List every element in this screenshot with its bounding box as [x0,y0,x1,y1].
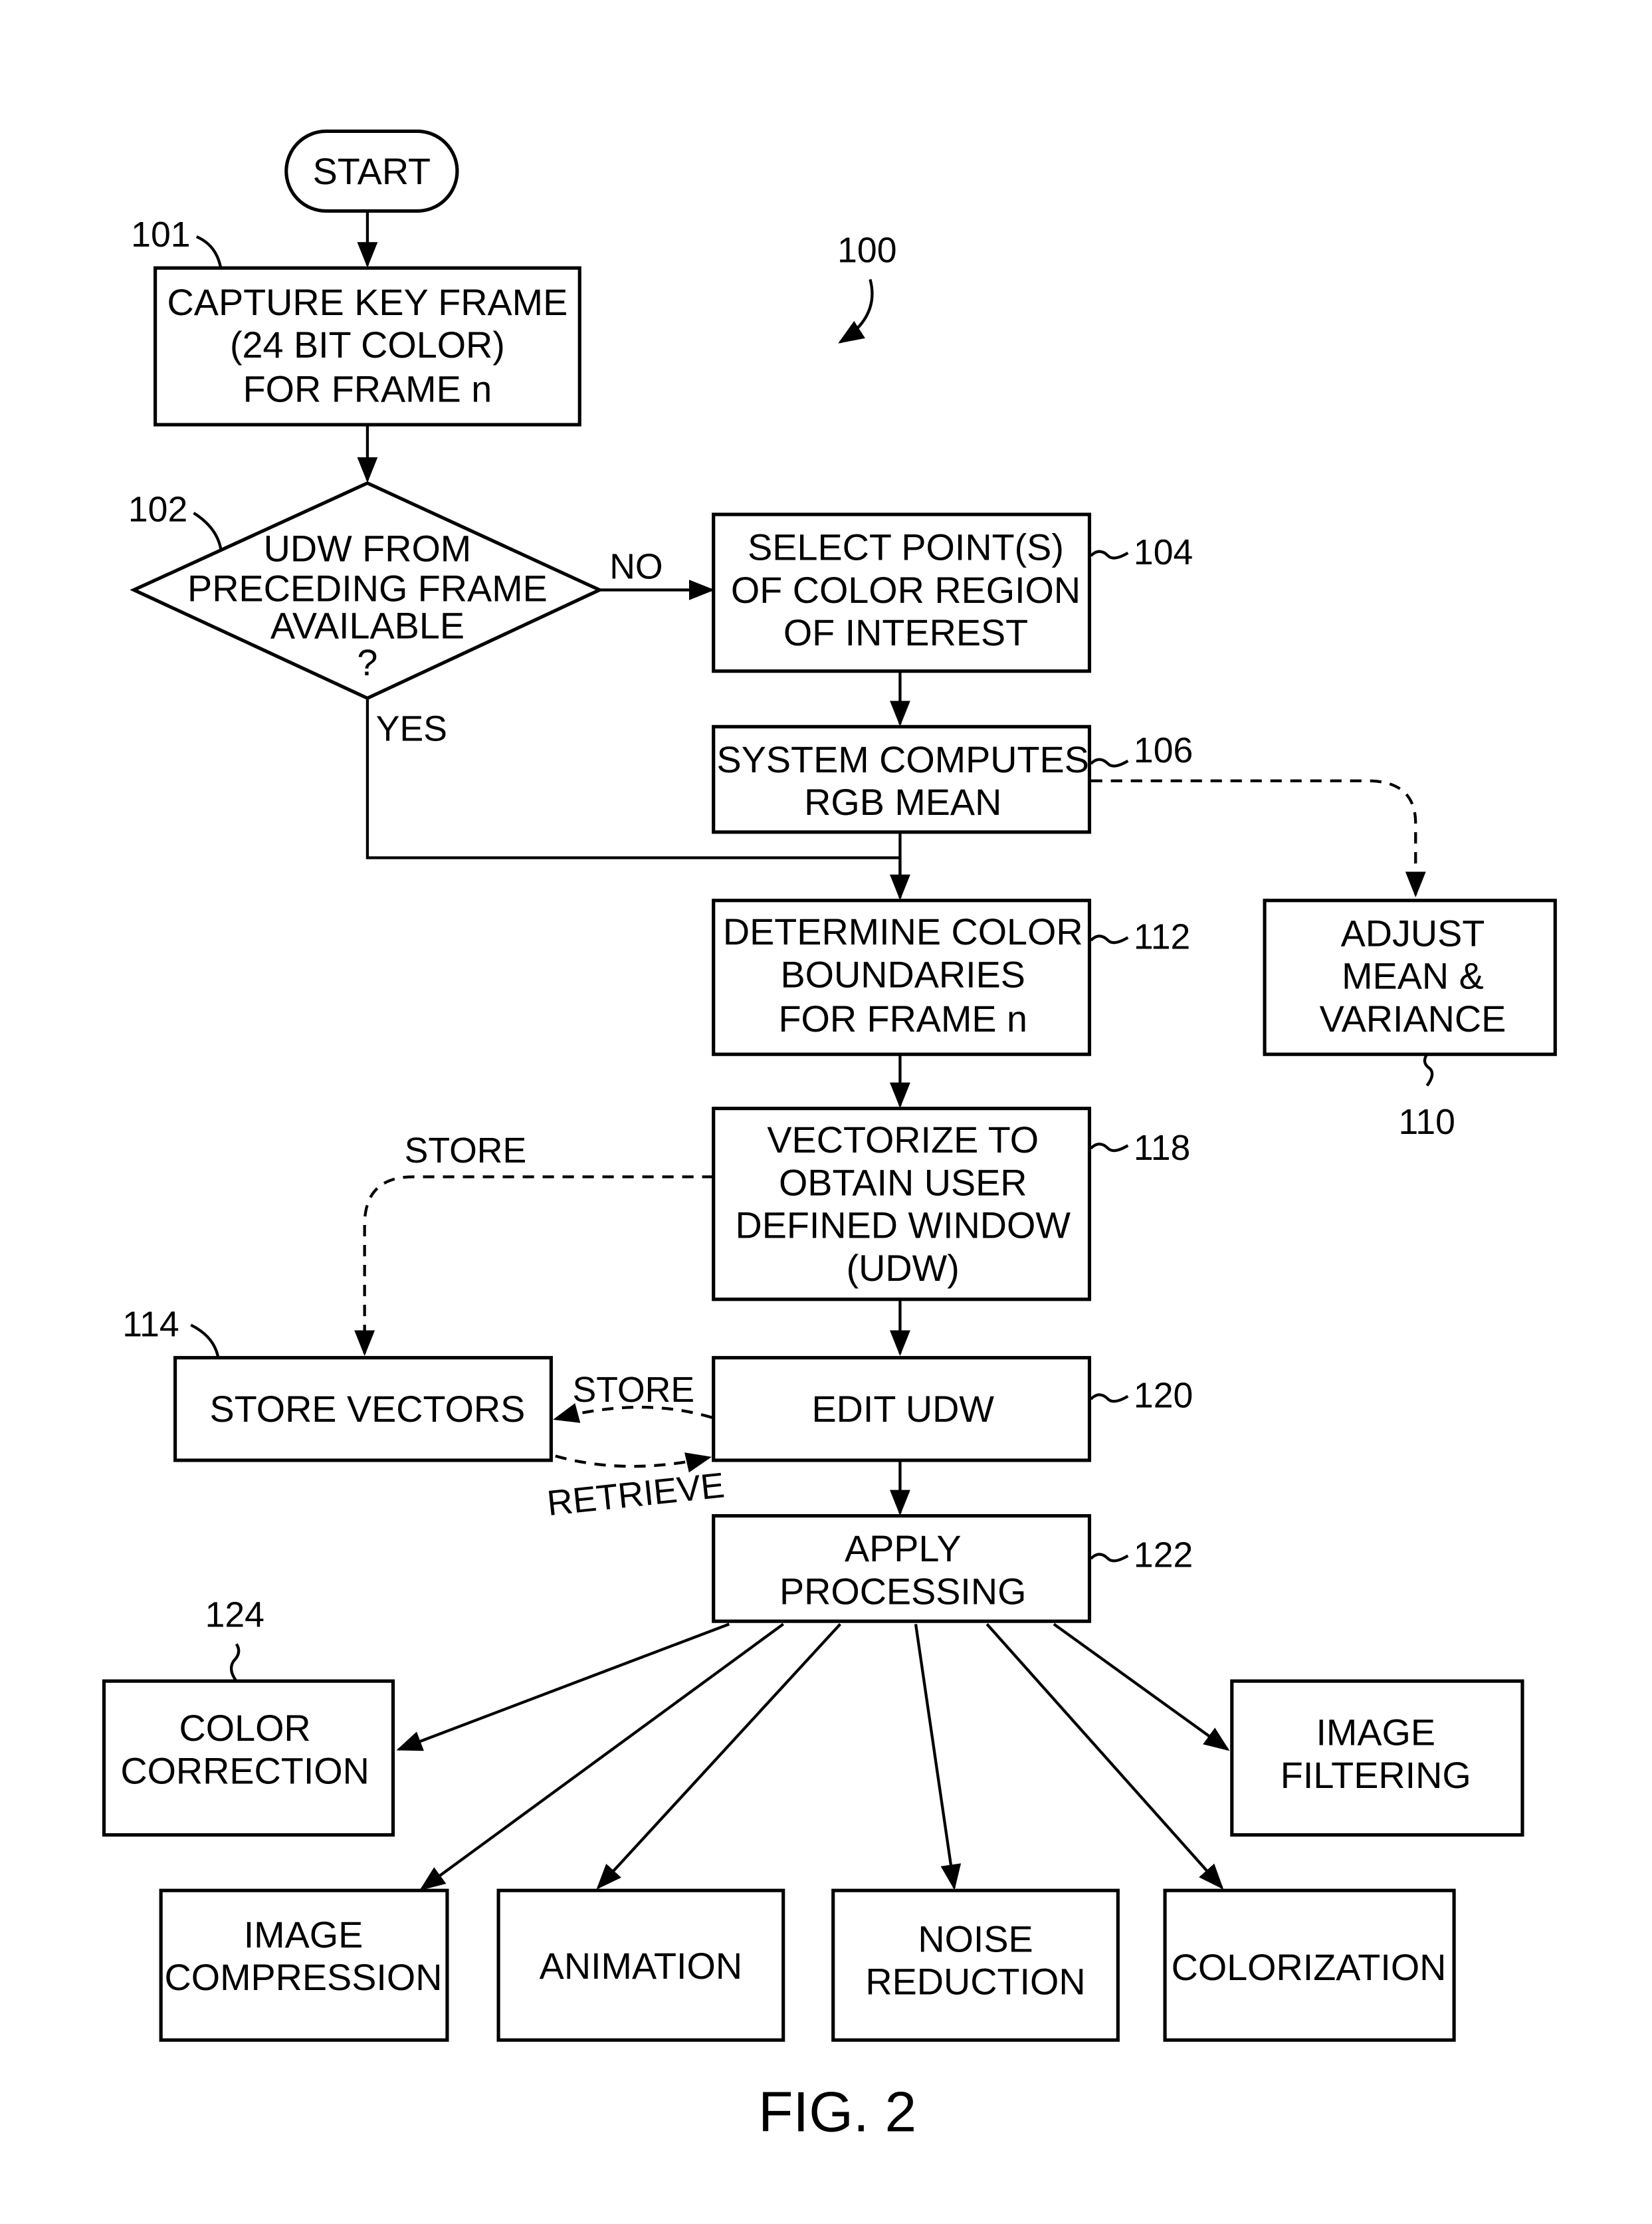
reference-100-arrow [838,278,874,344]
ref-106: 106 [1134,731,1193,770]
colorization-label: COLORIZATION [1172,1947,1447,1988]
ref-120: 120 [1134,1377,1193,1416]
ref-102: 102 [128,491,187,530]
adjust-line-3: VARIANCE [1320,998,1506,1040]
ref-120-leader [1090,1393,1129,1403]
figure-reference-100: 100 [837,231,896,271]
store-vectors-label: STORE VECTORS [210,1389,526,1430]
noise-reduction-line-1: NOISE [918,1918,1033,1959]
compute-line-1: SYSTEM COMPUTES [717,739,1089,780]
image-compression-line-2: COMPRESSION [165,1957,443,1998]
capture-line-3: FOR FRAME n [243,369,492,410]
determine-line-3: FOR FRAME n [778,998,1027,1040]
ref-114-leader [190,1323,219,1357]
color-correction-line-1: COLOR [179,1708,311,1749]
ref-104-leader [1090,550,1129,560]
ref-122: 122 [1134,1536,1193,1575]
ref-112-leader [1090,935,1129,945]
edge-apply-noise-reduction [914,1624,962,1890]
edge-apply-image-compression [419,1622,784,1891]
ref-114: 114 [122,1305,179,1345]
determine-line-2: BOUNDARIES [781,954,1025,995]
store-top-label: STORE [405,1131,527,1170]
edge-store-edit [555,1452,712,1473]
ref-106-leader [1090,758,1129,768]
edge-apply-color-correction [396,1622,730,1751]
yes-label: YES [376,710,447,749]
ref-101: 101 [131,215,190,255]
ref-124-leader [229,1643,241,1682]
ref-112: 112 [1134,918,1190,957]
flowchart: 100 START 101 CAPTURE KEY FRAME (24 BIT … [102,129,1557,2144]
capture-line-2: (24 BIT COLOR) [230,324,505,366]
adjust-line-1: ADJUST [1341,913,1485,954]
compute-line-2: RGB MEAN [804,782,1001,823]
noise-reduction-line-2: REDUCTION [865,1961,1085,2003]
start-label: START [313,151,431,192]
apply-line-2: PROCESSING [779,1571,1027,1612]
vectorize-line-4: (UDW) [847,1248,960,1289]
capture-line-1: CAPTURE KEY FRAME [167,282,568,323]
retrieve-label: RETRIEVE [545,1466,726,1523]
select-line-3: OF INTEREST [783,612,1028,653]
edge-apply-animation [596,1622,842,1890]
color-correction-line-2: CORRECTION [120,1750,369,1791]
decision-line-1: UDW FROM [264,528,472,570]
edge-compute-adjust [1090,779,1426,898]
edit-udw-label: EDIT UDW [811,1389,994,1430]
figure-caption: FIG. 2 [758,2080,916,2144]
vectorize-line-1: VECTORIZE TO [767,1119,1039,1161]
edge-vectorize-store [354,1175,714,1357]
apply-line-1: APPLY [845,1528,962,1569]
decision-line-4: ? [357,642,377,683]
image-filtering-line-2: FILTERING [1281,1755,1471,1796]
edge-apply-colorization [985,1623,1224,1890]
ref-118: 118 [1134,1129,1190,1168]
ref-110-leader [1423,1054,1434,1087]
decision-line-2: PRECEDING FRAME [187,568,548,610]
vectorize-line-3: DEFINED WINDOW [735,1205,1071,1246]
ref-102-leader [193,512,223,549]
ref-124: 124 [205,1596,264,1635]
edge-apply-image-filtering [1053,1622,1230,1751]
ref-104: 104 [1134,533,1193,572]
select-line-1: SELECT POINT(S) [748,527,1064,568]
image-filtering-line-1: IMAGE [1316,1712,1435,1753]
store-mid-label: STORE [573,1371,695,1410]
ref-122-leader [1090,1553,1129,1563]
vectorize-line-2: OBTAIN USER [779,1162,1027,1203]
select-line-2: OF COLOR REGION [731,570,1081,611]
adjust-line-2: MEAN & [1342,956,1484,997]
decision-line-3: AVAILABLE [270,605,465,646]
ref-101-leader [195,235,223,269]
determine-line-1: DETERMINE COLOR [723,911,1083,952]
ref-110: 110 [1399,1103,1455,1142]
no-label: NO [609,547,663,586]
image-compression-line-1: IMAGE [244,1914,363,1955]
ref-118-leader [1090,1143,1129,1153]
animation-label: ANIMATION [540,1946,742,1987]
